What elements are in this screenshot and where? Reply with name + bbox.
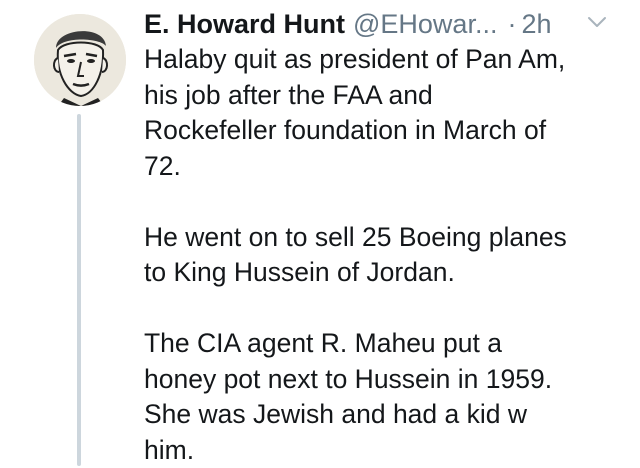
- avatar[interactable]: [34, 14, 126, 106]
- tweet-paragraph: He went on to sell 25 Boeing planes to K…: [144, 220, 624, 291]
- tweet[interactable]: E. Howard Hunt @EHowar... · 2h Halaby qu…: [0, 0, 640, 466]
- dot-separator: ·: [507, 9, 517, 39]
- timestamp[interactable]: 2h: [521, 6, 551, 42]
- tweet-paragraph: The CIA agent R. Maheu put a honey pot n…: [144, 326, 624, 468]
- chevron-down-icon[interactable]: [586, 14, 608, 30]
- text-line: Rockefeller foundation in March of: [144, 115, 547, 145]
- user-handle[interactable]: @EHowar...: [353, 6, 497, 42]
- text-line: him.: [144, 434, 195, 465]
- tweet-paragraph: Halaby quit as president of Pan Am, his …: [144, 42, 624, 184]
- text-line: 72.: [144, 150, 181, 181]
- text-line: Halaby quit as president of Pan Am,: [144, 44, 566, 74]
- text-line: He went on to sell 25 Boeing planes: [144, 221, 567, 252]
- text-line: The CIA agent R. Maheu put a: [144, 328, 502, 358]
- text-line: She was Jewish and had a kid w: [144, 399, 527, 429]
- thread-connector-line: [77, 114, 81, 466]
- portrait-sketch-icon: [34, 14, 126, 106]
- tweet-header: E. Howard Hunt @EHowar... · 2h: [144, 6, 614, 42]
- tweet-text: Halaby quit as president of Pan Am, his …: [144, 42, 624, 468]
- text-line: honey pot next to Hussein in 1959.: [144, 363, 553, 394]
- text-line: to King Hussein of Jordan.: [144, 257, 455, 287]
- text-line: his job after the FAA and: [144, 79, 433, 110]
- display-name[interactable]: E. Howard Hunt: [144, 6, 345, 42]
